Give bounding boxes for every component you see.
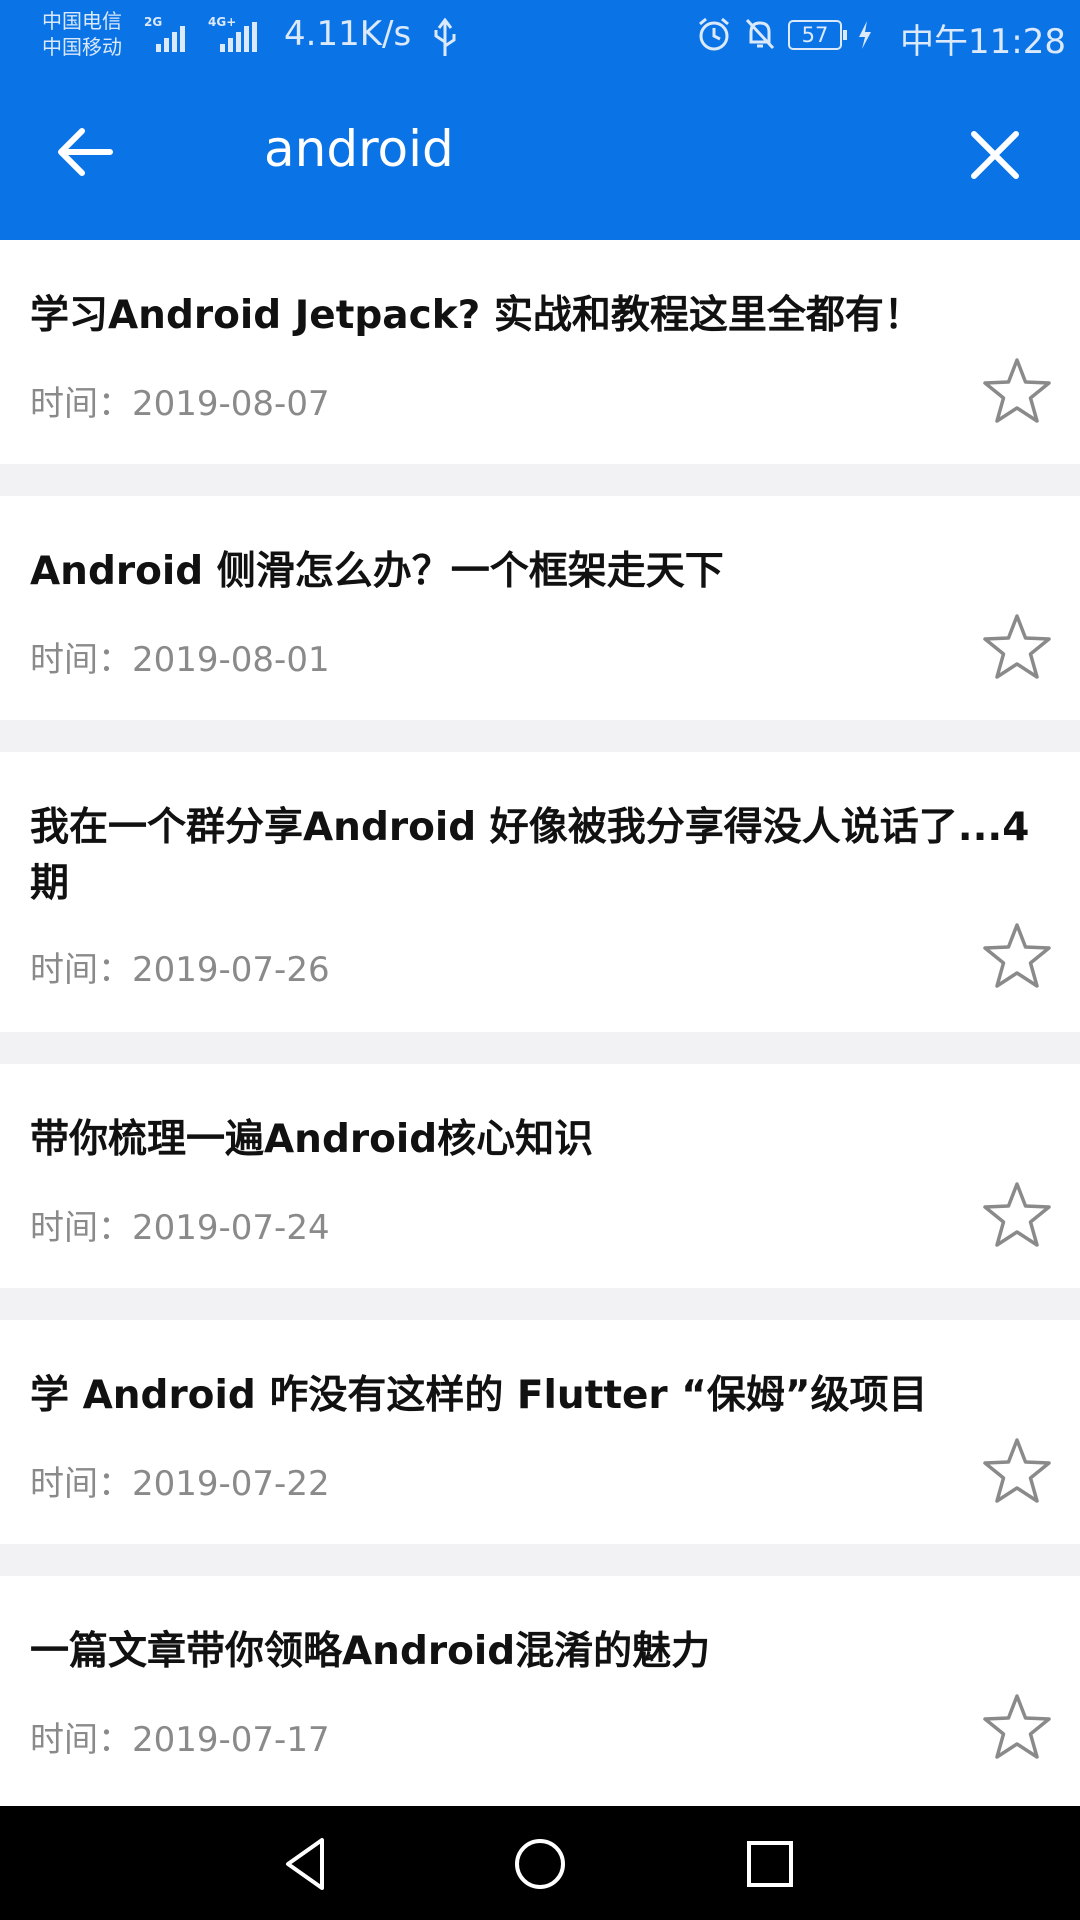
star-outline-icon[interactable] bbox=[980, 1691, 1054, 1765]
triangle-back-icon[interactable] bbox=[278, 1834, 338, 1894]
search-input[interactable] bbox=[264, 120, 904, 178]
article-title: 带你梳理一遍Android核心知识 bbox=[30, 1117, 594, 1162]
article-title: Android 侧滑怎么办？一个框架走天下 bbox=[30, 549, 724, 594]
carrier-1: 中国电信 bbox=[42, 9, 122, 33]
star-outline-icon[interactable] bbox=[980, 1435, 1054, 1509]
circle-home-icon[interactable] bbox=[510, 1834, 570, 1894]
article-date: 时间：2019-08-01 bbox=[30, 640, 330, 680]
list-item[interactable]: 学 Android 咋没有这样的 Flutter “保姆”级项目 时间：2019… bbox=[0, 1320, 1080, 1544]
article-date: 时间：2019-07-22 bbox=[30, 1464, 330, 1504]
network-speed: 4.11K/s bbox=[284, 14, 412, 54]
list-item[interactable]: Android 侧滑怎么办？一个框架走天下 时间：2019-08-01 bbox=[0, 496, 1080, 720]
list-item[interactable]: 我在一个群分享Android 好像被我分享得没人说话了...4期 时间：2019… bbox=[0, 752, 1080, 1032]
status-bar: 中国电信 中国移动 2G 4G+ 4.11K/s 57 中午11:28 bbox=[0, 0, 1080, 76]
status-right: 57 中午11:28 bbox=[696, 14, 1066, 62]
clock: 中午11:28 bbox=[900, 22, 1066, 62]
carrier-info: 中国电信 中国移动 bbox=[42, 8, 122, 60]
back-arrow-icon[interactable] bbox=[50, 116, 120, 186]
list-item[interactable]: 学习Android Jetpack? 实战和教程这里全都有！ 时间：2019-0… bbox=[0, 240, 1080, 464]
usb-icon bbox=[434, 18, 456, 56]
system-nav-bar bbox=[0, 1806, 1080, 1920]
article-date: 时间：2019-08-07 bbox=[30, 384, 330, 424]
list-item[interactable]: 带你梳理一遍Android核心知识 时间：2019-07-24 bbox=[0, 1064, 1080, 1288]
article-date: 时间：2019-07-26 bbox=[30, 950, 330, 990]
search-toolbar bbox=[0, 76, 1080, 240]
star-outline-icon[interactable] bbox=[980, 1179, 1054, 1253]
article-date: 时间：2019-07-17 bbox=[30, 1720, 330, 1760]
star-outline-icon[interactable] bbox=[980, 920, 1054, 994]
star-outline-icon[interactable] bbox=[980, 611, 1054, 685]
article-title: 学 Android 咋没有这样的 Flutter “保姆”级项目 bbox=[30, 1373, 928, 1418]
list-item[interactable]: 一篇文章带你领略Android混淆的魅力 时间：2019-07-17 bbox=[0, 1576, 1080, 1806]
mute-bell-icon bbox=[745, 18, 775, 50]
article-title: 一篇文章带你领略Android混淆的魅力 bbox=[30, 1629, 711, 1674]
square-recents-icon[interactable] bbox=[740, 1834, 800, 1894]
carrier-2: 中国移动 bbox=[42, 35, 122, 59]
battery-level: 57 bbox=[788, 20, 847, 50]
alarm-icon bbox=[699, 17, 729, 51]
close-icon[interactable] bbox=[960, 120, 1030, 190]
article-date: 时间：2019-07-24 bbox=[30, 1208, 330, 1248]
charging-icon bbox=[859, 21, 871, 49]
article-title: 学习Android Jetpack? 实战和教程这里全都有！ bbox=[30, 293, 923, 338]
star-outline-icon[interactable] bbox=[980, 355, 1054, 429]
article-title: 我在一个群分享Android 好像被我分享得没人说话了...4期 bbox=[30, 805, 1030, 906]
